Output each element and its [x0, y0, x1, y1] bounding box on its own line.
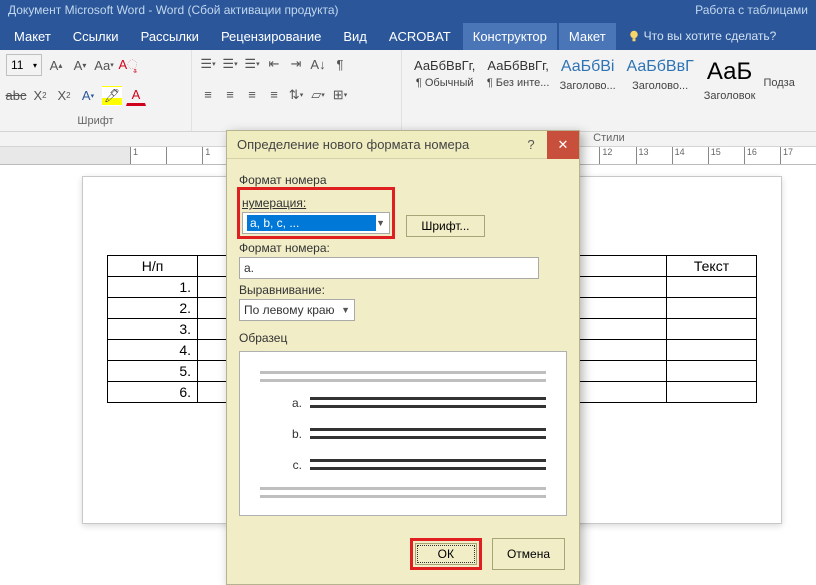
sort-icon[interactable]: A↓ — [308, 54, 328, 74]
clear-format-icon[interactable]: Aୢ — [118, 55, 138, 75]
title-text: Документ Microsoft Word - Word (Сбой акт… — [8, 3, 339, 19]
tab-mailings[interactable]: Рассылки — [131, 23, 209, 50]
align-left-icon[interactable]: ≡ — [198, 85, 218, 105]
font-size-combo[interactable]: 11▾ — [6, 54, 42, 76]
strike-icon[interactable]: abc — [6, 86, 26, 106]
multilevel-icon[interactable]: ☰▾ — [242, 54, 262, 74]
numbering-icon[interactable]: ☰▾ — [220, 54, 240, 74]
highlight-icon[interactable]: 🖊 — [102, 86, 122, 106]
ribbon: 11▾ A▴ A▾ Aa▾ Aୢ abc X2 X2 A▾ 🖊 A Шрифт … — [0, 50, 816, 132]
increase-indent-icon[interactable]: ⇥ — [286, 54, 306, 74]
tab-constructor[interactable]: Конструктор — [463, 23, 557, 50]
table-row[interactable]: 4. — [108, 340, 198, 361]
tab-view[interactable]: Вид — [333, 23, 377, 50]
preview-label: Образец — [239, 331, 567, 345]
align-label: Выравнивание: — [239, 283, 567, 297]
style-heading2[interactable]: АаБбВвГЗаголово... — [624, 54, 695, 92]
table-row[interactable]: 3. — [108, 319, 198, 340]
context-title: Работа с таблицами — [695, 3, 808, 19]
align-center-icon[interactable]: ≡ — [220, 85, 240, 105]
tell-me[interactable]: Что вы хотите сделать? — [618, 23, 787, 49]
format-input[interactable]: a. — [239, 257, 539, 279]
borders-icon[interactable]: ⊞▾ — [330, 85, 350, 105]
font-button[interactable]: Шрифт... — [406, 215, 484, 237]
numbering-combo[interactable]: a, b, c, ...▼ — [242, 212, 390, 234]
ok-button[interactable]: ОК — [415, 543, 477, 565]
style-heading1[interactable]: АаБбВіЗаголово... — [559, 54, 617, 92]
text-effects-icon[interactable]: A▾ — [78, 86, 98, 106]
numbering-label: нумерация: — [242, 196, 390, 210]
style-title[interactable]: АаБЗаголовок — [704, 54, 756, 102]
tab-links[interactable]: Ссылки — [63, 23, 129, 50]
line-spacing-icon[interactable]: ⇅▾ — [286, 85, 306, 105]
title-bar: Документ Microsoft Word - Word (Сбой акт… — [0, 0, 816, 22]
shading-icon[interactable]: ▱▾ — [308, 85, 328, 105]
help-button[interactable]: ? — [515, 131, 547, 159]
font-color-icon[interactable]: A — [126, 86, 146, 106]
align-right-icon[interactable]: ≡ — [242, 85, 262, 105]
table-row[interactable]: 1. — [108, 277, 198, 298]
font-group-label: Шрифт — [6, 115, 185, 127]
subscript-icon[interactable]: X2 — [30, 86, 50, 106]
tab-table-layout[interactable]: Макет — [559, 23, 616, 50]
table-row[interactable]: 6. — [108, 382, 198, 403]
style-no-spacing[interactable]: АаБбВвГг,¶ Без инте... — [485, 54, 550, 89]
ribbon-tabs: Макет Ссылки Рассылки Рецензирование Вид… — [0, 22, 816, 50]
grow-font-icon[interactable]: A▴ — [46, 55, 66, 75]
decrease-indent-icon[interactable]: ⇤ — [264, 54, 284, 74]
preview-pane: a.b.c. — [239, 351, 567, 516]
superscript-icon[interactable]: X2 — [54, 86, 74, 106]
dialog-titlebar[interactable]: Определение нового формата номера ? ✕ — [227, 131, 579, 159]
tab-review[interactable]: Рецензирование — [211, 23, 331, 50]
align-combo[interactable]: По левому краю▼ — [239, 299, 355, 321]
font-group: 11▾ A▴ A▾ Aa▾ Aୢ abc X2 X2 A▾ 🖊 A Шрифт — [0, 50, 192, 131]
tab-acrobat[interactable]: ACROBAT — [379, 23, 461, 50]
table-header[interactable]: Н/п — [108, 256, 198, 277]
shrink-font-icon[interactable]: A▾ — [70, 55, 90, 75]
bullets-icon[interactable]: ☰▾ — [198, 54, 218, 74]
table-row[interactable]: 2. — [108, 298, 198, 319]
show-marks-icon[interactable]: ¶ — [330, 54, 350, 74]
bulb-icon — [628, 30, 640, 42]
format-label: Формат номера: — [239, 241, 567, 255]
group-label: Формат номера — [239, 173, 567, 187]
table-header[interactable]: Текст — [667, 256, 757, 277]
chevron-down-icon: ▼ — [341, 305, 350, 315]
style-subtitle[interactable]: Подза — [763, 54, 794, 89]
table-row[interactable]: 5. — [108, 361, 198, 382]
dialog-title: Определение нового формата номера — [237, 137, 469, 152]
paragraph-group: ☰▾ ☰▾ ☰▾ ⇤ ⇥ A↓ ¶ ≡ ≡ ≡ ≡ ⇅▾ ▱▾ ⊞▾ — [192, 50, 402, 131]
number-format-dialog: Определение нового формата номера ? ✕ Фо… — [226, 130, 580, 585]
chevron-down-icon: ▼ — [376, 218, 385, 228]
style-normal[interactable]: АаБбВвГг,¶ Обычный — [412, 54, 477, 89]
change-case-icon[interactable]: Aa▾ — [94, 55, 114, 75]
tab-layout[interactable]: Макет — [4, 23, 61, 50]
justify-icon[interactable]: ≡ — [264, 85, 284, 105]
close-button[interactable]: ✕ — [547, 131, 579, 159]
styles-gallery[interactable]: АаБбВвГг,¶ Обычный АаБбВвГг,¶ Без инте..… — [402, 50, 816, 131]
cancel-button[interactable]: Отмена — [492, 538, 565, 570]
